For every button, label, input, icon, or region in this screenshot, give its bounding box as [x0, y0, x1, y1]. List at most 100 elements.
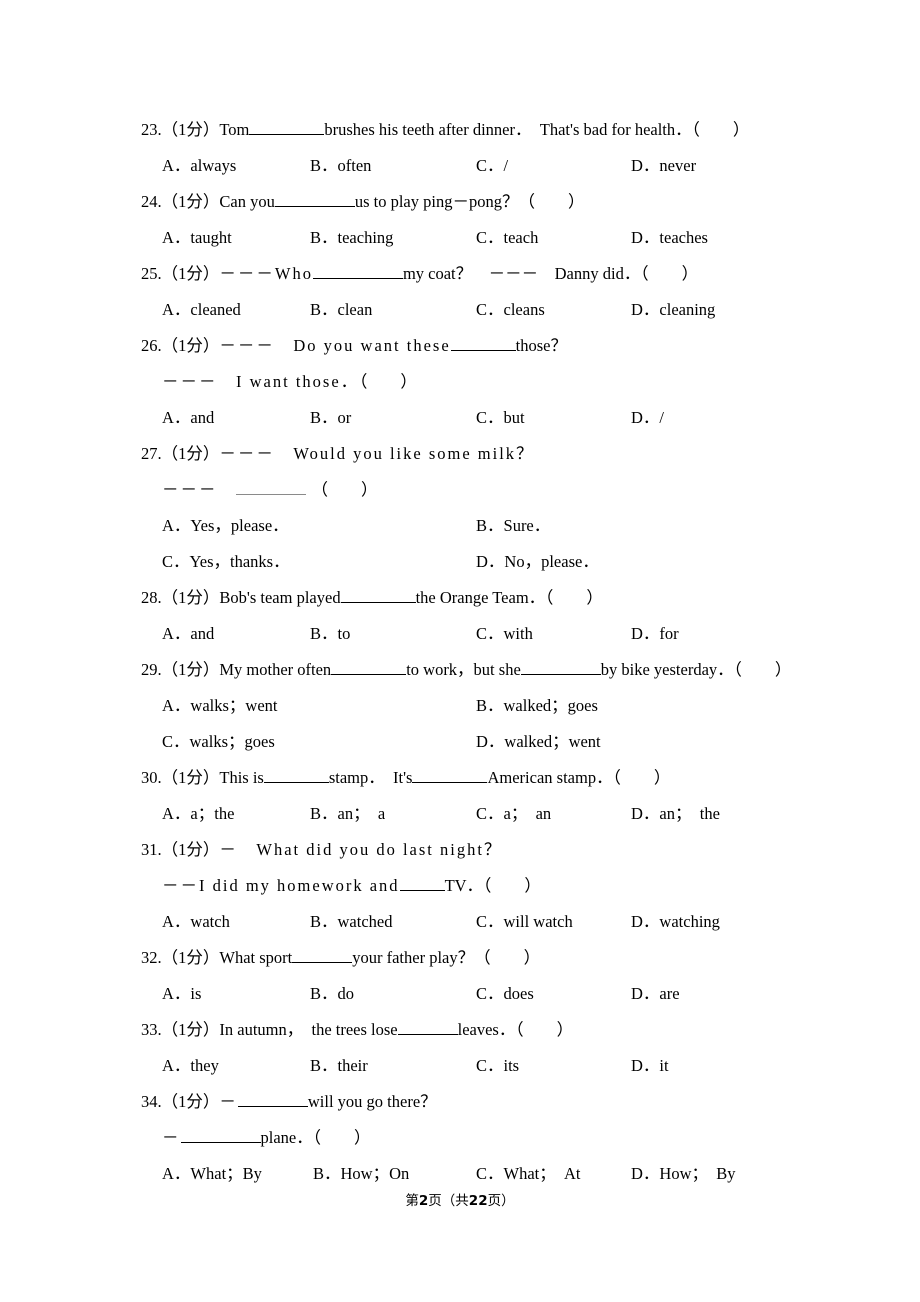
question-34: 34.（1分）－ will you go there？ － plane．（ ） A．…: [141, 1084, 841, 1192]
question-score: （1分）: [161, 588, 220, 607]
question-score: （1分）: [161, 264, 220, 283]
option-a[interactable]: A．and: [162, 400, 214, 436]
option-row: A．is B．do C．does D．are: [141, 976, 841, 1012]
option-a[interactable]: A．always: [162, 148, 236, 184]
option-text: never: [659, 156, 697, 175]
option-a[interactable]: A．Yes，please．: [162, 508, 289, 544]
question-stem-line2: －－I did my homework and TV．（ ）: [141, 868, 841, 904]
option-b[interactable]: B．Sure．: [476, 508, 550, 544]
answer-paren: （ ）: [640, 264, 699, 283]
option-a[interactable]: A．a；the: [162, 796, 234, 832]
option-text: Yes，please．: [190, 516, 289, 535]
question-list: 23.（1分）Tom brushes his teeth after dinner…: [141, 112, 841, 1192]
answer-blank: [274, 191, 355, 207]
option-text: often: [337, 156, 372, 175]
stem-text-post: brushes his teeth after dinner． That's b…: [324, 120, 692, 139]
option-b[interactable]: B．How；On: [313, 1156, 409, 1192]
option-c[interactable]: C．Yes，thanks．: [162, 544, 290, 580]
option-c[interactable]: C．What； At: [476, 1156, 581, 1192]
option-text: and: [190, 408, 215, 427]
footer-middle: 页（共: [428, 1193, 469, 1209]
option-a[interactable]: A．they: [162, 1048, 219, 1084]
option-text: /: [659, 408, 665, 427]
option-d[interactable]: D．How； By: [631, 1156, 736, 1192]
question-score: （1分）: [161, 948, 220, 967]
question-stem: 26.（1分）－－－ Do you want these those？: [141, 328, 841, 364]
stem-text-post: will you go there？: [307, 1092, 437, 1111]
option-a[interactable]: A．is: [162, 976, 201, 1012]
question-23: 23.（1分）Tom brushes his teeth after dinner…: [141, 112, 841, 184]
option-d[interactable]: D．it: [631, 1048, 669, 1084]
question-score: （1分）: [161, 660, 220, 679]
stem-text-post: by bike yesterday．: [600, 660, 734, 679]
option-b[interactable]: B．an； a: [310, 796, 385, 832]
option-text: and: [190, 624, 215, 643]
option-text: teach: [503, 228, 539, 247]
option-d[interactable]: D．cleaning: [631, 292, 715, 328]
option-b[interactable]: B．or: [310, 400, 351, 436]
option-text: cleaning: [659, 300, 716, 319]
option-c[interactable]: C．does: [476, 976, 534, 1012]
option-c[interactable]: C．/: [476, 148, 508, 184]
question-number: 28.: [141, 588, 162, 607]
option-d[interactable]: D．No，please．: [476, 544, 599, 580]
option-c[interactable]: C．a； an: [476, 796, 551, 832]
stem-text-mid: stamp． It's: [328, 768, 413, 787]
option-d[interactable]: D．/: [631, 400, 664, 436]
question-26: 26.（1分）－－－ Do you want these those？ －－－ I…: [141, 328, 841, 436]
question-number: 24.: [141, 192, 162, 211]
footer-page-number: 2: [418, 1193, 429, 1209]
option-c[interactable]: C．but: [476, 400, 525, 436]
option-d[interactable]: D．are: [631, 976, 680, 1012]
option-a[interactable]: A．walks；went: [162, 688, 278, 724]
option-text: clean: [337, 300, 373, 319]
option-text: Sure．: [503, 516, 551, 535]
option-c[interactable]: C．its: [476, 1048, 519, 1084]
option-row: A．Yes，please． B．Sure．: [141, 508, 841, 544]
option-d[interactable]: D．an； the: [631, 796, 720, 832]
option-d[interactable]: D．teaches: [631, 220, 708, 256]
option-b[interactable]: B．watched: [310, 904, 393, 940]
option-b[interactable]: B．often: [310, 148, 371, 184]
option-text: an； a: [337, 804, 386, 823]
option-a[interactable]: A．cleaned: [162, 292, 241, 328]
stem-text-pre: In autumn， the trees lose: [219, 1020, 398, 1039]
option-c[interactable]: C．with: [476, 616, 533, 652]
option-c[interactable]: C．walks；goes: [162, 724, 275, 760]
option-b[interactable]: B．do: [310, 976, 354, 1012]
option-a[interactable]: A．and: [162, 616, 214, 652]
option-text: cleans: [503, 300, 545, 319]
option-d[interactable]: D．never: [631, 148, 696, 184]
option-b[interactable]: B．teaching: [310, 220, 393, 256]
stem-text-pre: My mother often: [219, 660, 332, 679]
option-a[interactable]: A．watch: [162, 904, 230, 940]
question-score: （1分）: [161, 120, 220, 139]
option-text: or: [337, 408, 352, 427]
option-c[interactable]: C．cleans: [476, 292, 545, 328]
option-a[interactable]: A．What；By: [162, 1156, 262, 1192]
answer-paren: （ ）: [518, 192, 585, 211]
option-row: A．and B．or C．but D．/: [141, 400, 841, 436]
stem-text-post: my coat？ －－－ Danny did．: [402, 264, 641, 283]
option-row: A．and B．to C．with D．for: [141, 616, 841, 652]
option-b[interactable]: B．their: [310, 1048, 368, 1084]
option-d[interactable]: D．for: [631, 616, 679, 652]
option-b[interactable]: B．clean: [310, 292, 372, 328]
option-a[interactable]: A．taught: [162, 220, 232, 256]
option-text: cleaned: [190, 300, 241, 319]
option-b[interactable]: B．to: [310, 616, 350, 652]
question-number: 27.: [141, 444, 162, 463]
option-c[interactable]: C．teach: [476, 220, 538, 256]
question-number: 25.: [141, 264, 162, 283]
option-c[interactable]: C．will watch: [476, 904, 573, 940]
answer-blank: [237, 1091, 308, 1107]
question-stem: 30.（1分）This is stamp． It's American stamp．…: [141, 760, 841, 796]
option-d[interactable]: D．walked；went: [476, 724, 601, 760]
stem-text-post: your father play？: [352, 948, 475, 967]
option-d[interactable]: D．watching: [631, 904, 720, 940]
option-text: do: [337, 984, 355, 1003]
stem-text-post: those？: [515, 336, 567, 355]
option-b[interactable]: B．walked；goes: [476, 688, 598, 724]
answer-paren: （ ）: [545, 588, 603, 607]
answer-blank-2: [520, 659, 601, 675]
